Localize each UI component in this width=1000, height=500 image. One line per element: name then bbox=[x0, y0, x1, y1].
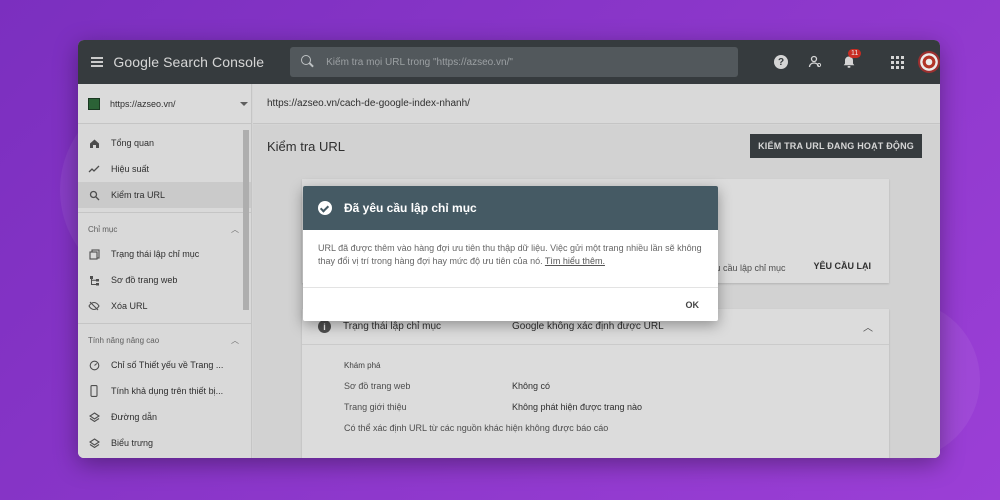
ok-button[interactable]: OK bbox=[686, 300, 700, 310]
learn-more-link[interactable]: Tìm hiểu thêm. bbox=[545, 256, 605, 266]
check-circle-icon bbox=[318, 201, 332, 215]
dialog-message: URL đã được thêm vào hàng đợi ưu tiên th… bbox=[318, 243, 702, 266]
indexing-requested-dialog: Đã yêu cầu lập chỉ mục URL đã được thêm … bbox=[303, 186, 718, 321]
dialog-footer: OK bbox=[303, 288, 718, 321]
dialog-header: Đã yêu cầu lập chỉ mục bbox=[303, 186, 718, 230]
dialog-body: URL đã được thêm vào hàng đợi ưu tiên th… bbox=[303, 230, 718, 288]
browser-window: Google Search Console ? 11 https://azseo… bbox=[78, 40, 940, 458]
dialog-title: Đã yêu cầu lập chỉ mục bbox=[344, 201, 477, 215]
